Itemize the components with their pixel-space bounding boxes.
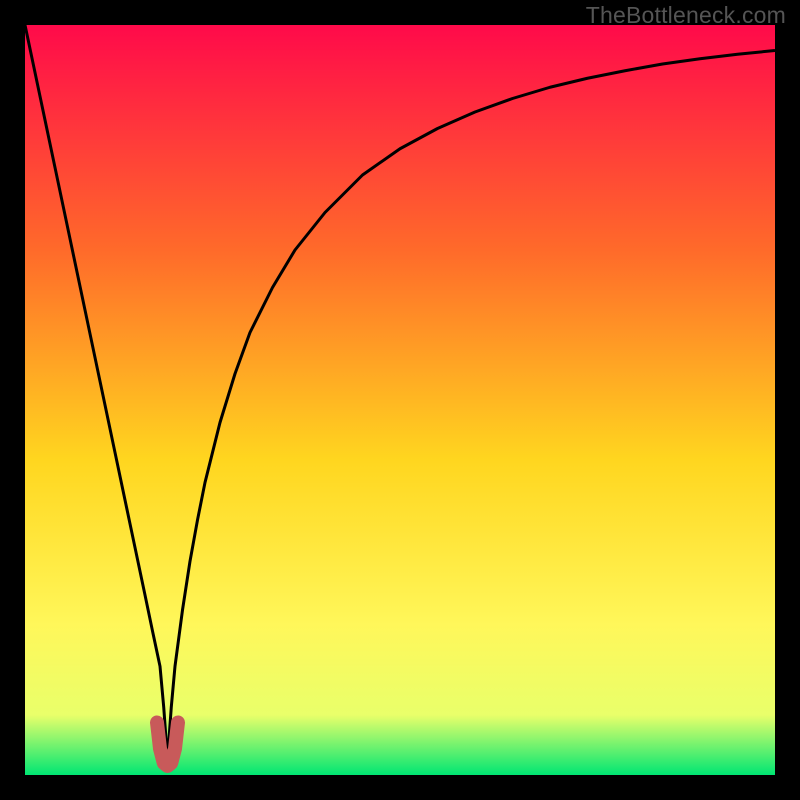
chart-frame: TheBottleneck.com — [0, 0, 800, 800]
bottleneck-chart — [25, 25, 775, 775]
gradient-bg — [25, 25, 775, 775]
watermark-text: TheBottleneck.com — [586, 2, 786, 29]
plot-area — [25, 25, 775, 775]
